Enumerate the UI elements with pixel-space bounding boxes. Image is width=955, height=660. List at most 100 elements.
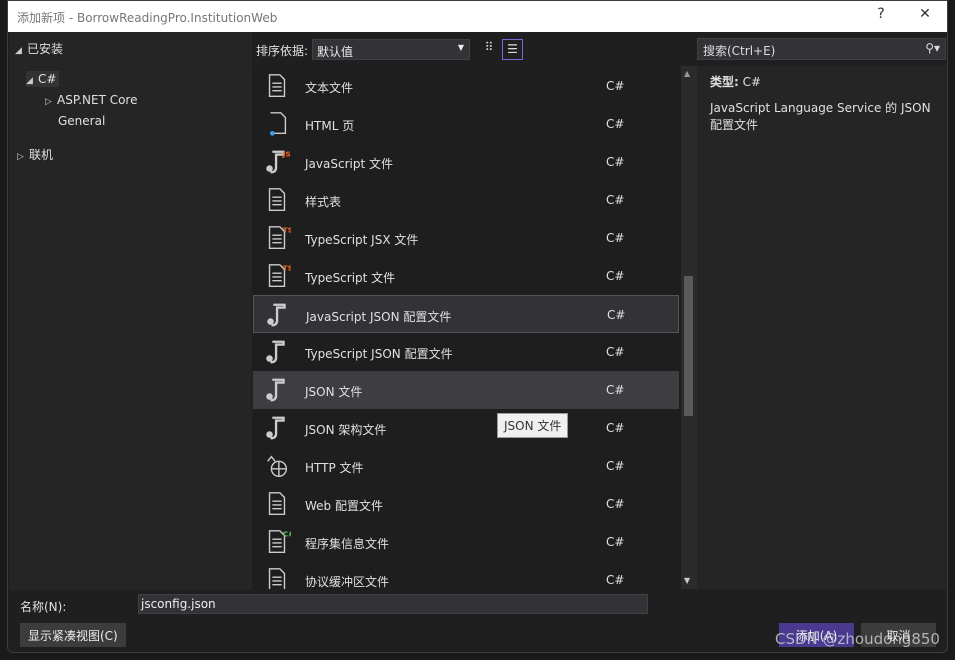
- item-language: C#: [606, 193, 625, 207]
- item-name: JavaScript JSON 配置文件: [306, 310, 452, 324]
- http-icon: [267, 455, 288, 477]
- list-item[interactable]: C# 程序集信息文件 C#: [253, 523, 679, 561]
- tree-label: General: [58, 114, 106, 128]
- template-tree: ◢ 已安装 ◢ C# ▷ ASP.NET Core General ▷ 联机: [9, 32, 252, 590]
- scroll-up-icon[interactable]: ▲: [684, 69, 690, 78]
- item-language: C#: [606, 421, 625, 435]
- scrollbar-thumb[interactable]: [684, 276, 693, 416]
- item-language: C#: [606, 383, 625, 397]
- tree-installed[interactable]: ◢ 已安装: [15, 40, 63, 57]
- collapsed-icon: ▷: [17, 152, 24, 162]
- list-item[interactable]: HTML 页 C#: [253, 105, 679, 143]
- list-view-icon[interactable]: ☰: [502, 39, 523, 60]
- scroll-down-icon[interactable]: ▼: [684, 576, 690, 585]
- list-item[interactable]: HTTP 文件 C#: [253, 447, 679, 485]
- item-name: HTML 页: [305, 119, 355, 133]
- protobuf-icon: [268, 568, 286, 589]
- compact-view-button[interactable]: 显示紧凑视图(C): [20, 623, 126, 647]
- tree-label: ASP.NET Core: [57, 93, 138, 107]
- item-language: C#: [606, 79, 625, 93]
- name-input[interactable]: jsconfig.json: [138, 594, 648, 614]
- tooltip: JSON 文件: [497, 413, 569, 438]
- template-list: 文本文件 C# HTML 页 C# JS JavaScript 文件 C# 样式表…: [253, 66, 681, 589]
- web-config-icon: [268, 492, 286, 515]
- list-item[interactable]: TypeScript JSON 配置文件 C#: [253, 333, 679, 371]
- js-icon: JS: [266, 149, 291, 174]
- sort-value: 默认值: [317, 45, 354, 59]
- type-description: JavaScript Language Service 的 JSON 配置文件: [710, 101, 931, 132]
- type-value: C#: [742, 75, 762, 89]
- item-name: JSON 架构文件: [305, 423, 387, 437]
- item-language: C#: [606, 231, 625, 245]
- chevron-down-icon: ▼: [457, 43, 464, 52]
- svg-text:C#: C#: [283, 529, 291, 538]
- json-icon: [266, 340, 285, 364]
- item-name: 样式表: [305, 195, 342, 209]
- item-name: 协议缓冲区文件: [305, 575, 390, 589]
- ts-icon: TS: [268, 263, 291, 287]
- item-name: 文本文件: [305, 81, 354, 95]
- tree-general[interactable]: General: [58, 114, 105, 128]
- item-name: 程序集信息文件: [305, 537, 390, 551]
- json-icon: [267, 303, 286, 327]
- item-language: C#: [606, 117, 625, 131]
- grid-view-icon[interactable]: ⠿: [480, 40, 498, 58]
- sort-label: 排序依据:: [256, 44, 309, 58]
- list-item[interactable]: 文本文件 C#: [253, 67, 679, 105]
- item-language: C#: [606, 155, 625, 169]
- svg-text:TS: TS: [283, 263, 291, 272]
- search-icon: ⚲▾: [925, 41, 940, 55]
- assembly-icon: C#: [268, 529, 291, 553]
- html-icon: [270, 112, 287, 136]
- tree-online[interactable]: ▷ 联机: [17, 146, 53, 163]
- list-item[interactable]: 样式表 C#: [253, 181, 679, 219]
- tree-aspnet-core[interactable]: ▷ ASP.NET Core: [45, 93, 137, 107]
- collapsed-icon: ▷: [45, 97, 52, 107]
- tree-label: C#: [38, 72, 57, 86]
- expanded-icon: ◢: [26, 76, 33, 86]
- list-item[interactable]: TS TypeScript JSX 文件 C#: [253, 219, 679, 257]
- tree-csharp[interactable]: ◢ C#: [26, 71, 60, 87]
- item-name: JSON 文件: [305, 385, 363, 399]
- item-name: TypeScript JSON 配置文件: [305, 347, 453, 361]
- json-icon: [266, 416, 285, 440]
- css-icon: [268, 188, 286, 211]
- item-language: C#: [606, 497, 625, 511]
- svg-text:JS: JS: [282, 149, 291, 158]
- item-language: C#: [607, 308, 626, 322]
- scrollbar[interactable]: ▲ ▼: [681, 66, 697, 589]
- watermark: CSDN @zhoudong850: [775, 630, 940, 648]
- item-name: TypeScript JSX 文件: [305, 233, 419, 247]
- item-name: Web 配置文件: [305, 499, 383, 513]
- tsx-icon: TS: [268, 225, 291, 249]
- text-file-icon: [268, 74, 286, 97]
- sort-dropdown[interactable]: 默认值 ▼: [312, 39, 470, 60]
- type-label: 类型:: [710, 75, 739, 89]
- item-language: C#: [606, 459, 625, 473]
- help-button[interactable]: ?: [870, 6, 892, 26]
- item-name: JavaScript 文件: [305, 157, 393, 171]
- list-item[interactable]: TS TypeScript 文件 C#: [253, 257, 679, 295]
- item-language: C#: [606, 345, 625, 359]
- list-item[interactable]: 协议缓冲区文件 C#: [253, 561, 679, 589]
- list-item[interactable]: JavaScript JSON 配置文件 C#: [253, 295, 679, 333]
- list-item[interactable]: JS JavaScript 文件 C#: [253, 143, 679, 181]
- item-language: C#: [606, 573, 625, 587]
- close-button[interactable]: ✕: [914, 6, 936, 26]
- list-item[interactable]: Web 配置文件 C#: [253, 485, 679, 523]
- list-item[interactable]: JSON 文件 C#: [253, 371, 679, 409]
- name-label: 名称(N):: [20, 600, 67, 614]
- svg-text:TS: TS: [283, 225, 291, 234]
- details-panel: 类型: C# JavaScript Language Service 的 JSO…: [697, 66, 946, 589]
- item-name: TypeScript 文件: [305, 271, 396, 285]
- add-new-item-dialog: 添加新项 - BorrowReadingPro.InstitutionWeb ?…: [7, 0, 948, 653]
- search-placeholder: 搜索(Ctrl+E): [703, 44, 776, 58]
- item-name: HTTP 文件: [305, 461, 364, 475]
- list-item[interactable]: JSON 架构文件 C#: [253, 409, 679, 447]
- search-input[interactable]: 搜索(Ctrl+E) ⚲▾: [697, 38, 946, 60]
- item-language: C#: [606, 535, 625, 549]
- json-icon: [266, 378, 285, 402]
- window-title: 添加新项 - BorrowReadingPro.InstitutionWeb: [17, 11, 278, 25]
- tree-label: 已安装: [27, 42, 64, 56]
- expanded-icon: ◢: [15, 46, 22, 56]
